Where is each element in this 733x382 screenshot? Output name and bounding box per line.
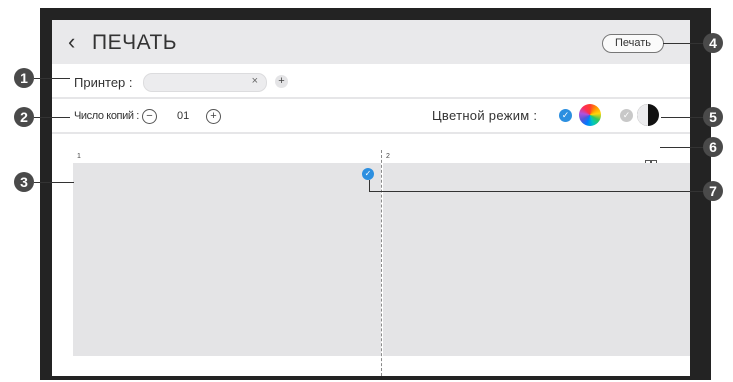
- callout-badge-2: 2: [14, 107, 34, 127]
- callout-line-4: [663, 43, 703, 44]
- callout-line-5: [661, 117, 703, 118]
- color-mode-label: Цветной режим :: [432, 108, 538, 123]
- printer-label: Принтер :: [74, 75, 133, 90]
- add-printer-button[interactable]: +: [275, 75, 288, 88]
- page-divider: [381, 150, 382, 376]
- callout-line-7b: [369, 191, 703, 192]
- printer-field[interactable]: ×: [143, 73, 267, 92]
- page-title: ПЕЧАТЬ: [92, 31, 178, 54]
- page-preview-1[interactable]: [73, 163, 381, 356]
- black-white-icon[interactable]: [637, 104, 659, 126]
- callout-line-3: [34, 182, 74, 183]
- callout-badge-7: 7: [703, 181, 723, 201]
- callout-badge-3: 3: [14, 172, 34, 192]
- increase-copies-button[interactable]: +: [206, 109, 221, 124]
- page-selected-check-icon[interactable]: ✓: [362, 168, 374, 180]
- header-bar: ‹ ПЕЧАТЬ Печать: [52, 20, 690, 64]
- callout-badge-4: 4: [703, 33, 723, 53]
- printer-row: Принтер : × +: [52, 68, 690, 99]
- callout-badge-6: 6: [703, 137, 723, 157]
- copies-count: 01: [177, 110, 190, 122]
- copies-row: Число копий : − 01 + Цветной режим : ✓ ✓: [52, 99, 690, 134]
- page-number-1: 1: [77, 153, 81, 160]
- clear-icon[interactable]: ×: [252, 75, 258, 87]
- color-selected-check-icon[interactable]: ✓: [559, 109, 572, 122]
- callout-line-1: [34, 78, 70, 79]
- callout-badge-5: 5: [703, 107, 723, 127]
- print-button[interactable]: Печать: [602, 34, 664, 53]
- decrease-copies-button[interactable]: −: [142, 109, 157, 124]
- callout-line-6: [660, 147, 703, 148]
- copies-label: Число копий :: [74, 110, 139, 122]
- color-wheel-icon[interactable]: [579, 104, 601, 126]
- print-screen: ‹ ПЕЧАТЬ Печать Принтер : × + Число копи…: [52, 20, 690, 376]
- mono-check-icon[interactable]: ✓: [620, 109, 633, 122]
- callout-badge-1: 1: [14, 68, 34, 88]
- back-icon[interactable]: ‹: [68, 31, 75, 53]
- callout-line-2: [34, 117, 70, 118]
- page-number-2: 2: [386, 153, 390, 160]
